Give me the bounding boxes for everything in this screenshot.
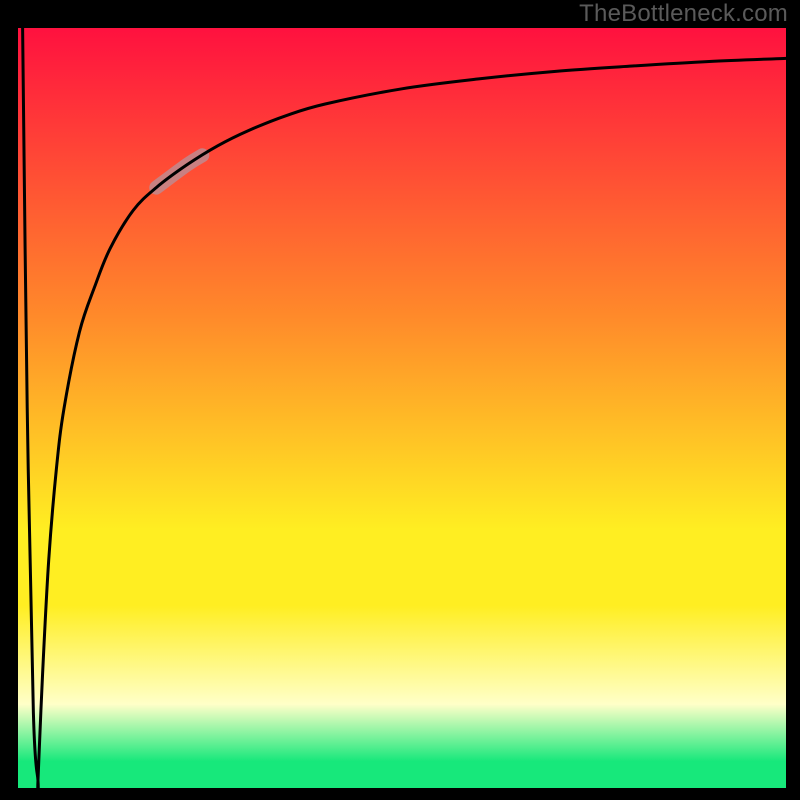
watermark-text: TheBottleneck.com	[579, 0, 788, 28]
chart-frame: TheBottleneck.com	[0, 0, 800, 800]
bottleneck-chart	[18, 28, 786, 788]
plot-area	[18, 28, 786, 788]
